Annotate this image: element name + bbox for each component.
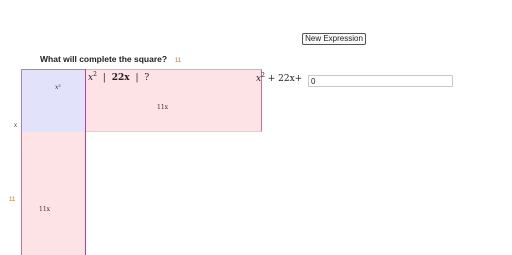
term-separator-2: | (135, 73, 139, 83)
x-squared-region (21, 69, 85, 132)
cell-x-squared-label: x² (55, 84, 61, 91)
side-x-label: x (14, 123, 17, 129)
side-11-label: 11 (9, 197, 16, 203)
answer-input[interactable] (308, 75, 453, 87)
question-badge: 11 (175, 58, 182, 64)
term-bx: 22x (111, 73, 130, 83)
cell-left-label: 11x (39, 206, 51, 213)
term-header: x2 | 22x | ? (88, 71, 149, 83)
expression-display: x2 + 22x+ (256, 72, 302, 84)
term-unknown: ? (144, 73, 150, 83)
expression-rest: + 22x+ (267, 74, 303, 84)
new-expression-button[interactable]: New Expression (302, 33, 366, 45)
term-x-exponent: 2 (93, 71, 97, 78)
vertical-divider (85, 69, 86, 255)
question-heading: What will complete the square? (40, 54, 168, 64)
left-rectangle-region (21, 132, 85, 255)
term-separator-1: | (102, 73, 106, 83)
cell-top-label: 11x (157, 104, 169, 111)
expression-exponent: 2 (261, 72, 265, 79)
